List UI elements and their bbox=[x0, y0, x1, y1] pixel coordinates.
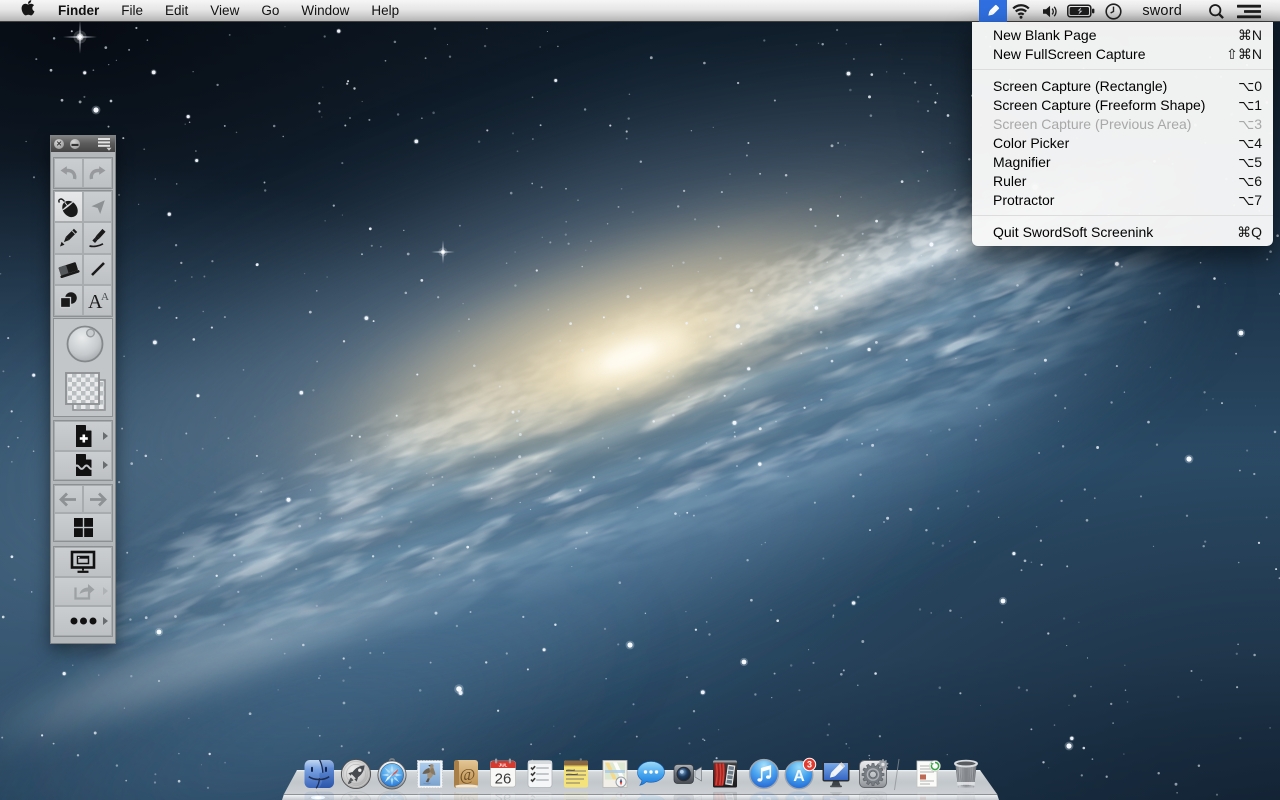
svg-text:A: A bbox=[101, 291, 109, 303]
